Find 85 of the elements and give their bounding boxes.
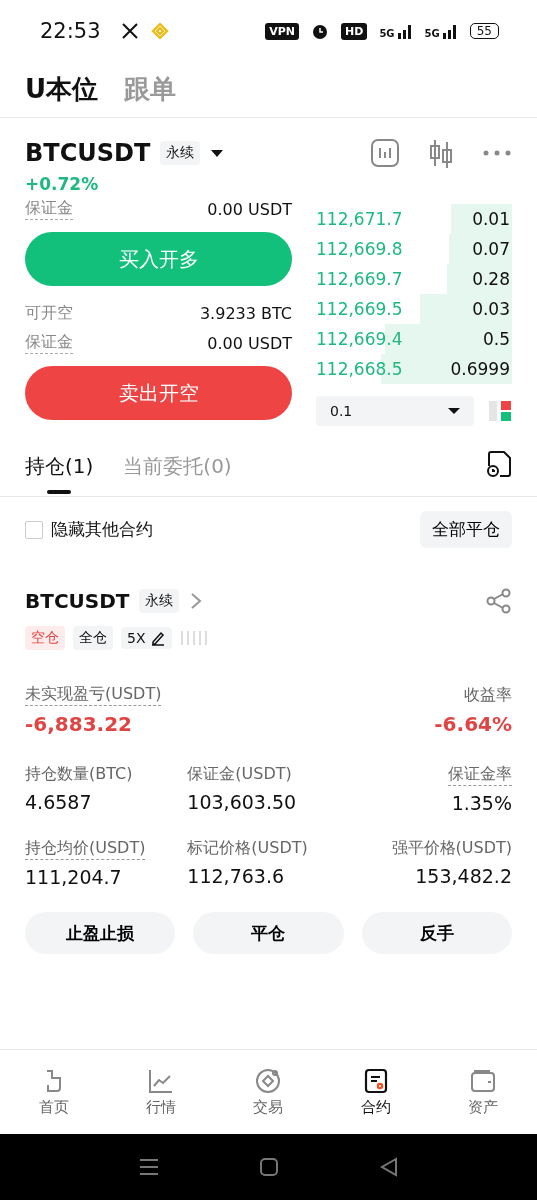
signal-icon — [441, 23, 458, 39]
nav-tab[interactable]: 交易 — [233, 1067, 304, 1117]
file-clock-icon — [486, 450, 512, 478]
contract-tag: 永续 — [160, 141, 201, 165]
share-icon — [486, 588, 512, 614]
stat-value: 103,603.50 — [187, 791, 297, 813]
stat-label: 持仓数量(BTC) — [25, 764, 133, 785]
bid-price: 112,668.5 — [316, 359, 403, 379]
alarm-icon — [311, 22, 330, 40]
x-logo-icon — [120, 22, 139, 40]
stat-value: 111,204.7 — [25, 866, 122, 888]
chevron-right-icon — [189, 591, 204, 611]
bar-chart-icon — [370, 138, 400, 168]
pnl-value: -6,883.22 — [25, 712, 132, 736]
document-icon — [362, 1067, 389, 1094]
bid-price: 112,671.7 — [316, 209, 403, 229]
hd-badge: HD — [341, 22, 368, 40]
field-label: 可开空 — [25, 302, 73, 324]
side-badge: 空仓 — [25, 626, 65, 650]
stat-label: 保证金率 — [448, 764, 512, 786]
risk-meter-icon — [179, 631, 208, 645]
precision-select[interactable]: 0.1 — [316, 396, 474, 426]
position-action-button[interactable]: 反手 — [361, 912, 512, 954]
contract-tag: 永续 — [139, 589, 180, 613]
leverage-button[interactable]: 5X — [121, 627, 172, 649]
position-tab[interactable]: 持仓(1) — [25, 452, 94, 494]
stat-value: 153,482.2 — [415, 865, 512, 887]
menu-icon — [138, 1157, 159, 1177]
network-type: 5G — [424, 28, 440, 39]
bid-amount: 0.28 — [472, 269, 511, 289]
position-action-button[interactable]: 平仓 — [193, 912, 344, 954]
stat-label: 持仓均价(USDT) — [25, 838, 146, 860]
stat-label: 强平价格(USDT) — [391, 838, 512, 859]
bid-price: 112,669.5 — [316, 299, 403, 319]
bid-amount: 0.5 — [482, 329, 511, 349]
roe-value: -6.64% — [434, 711, 512, 736]
depth-bar — [451, 204, 512, 234]
roe-label: 收益率 — [464, 684, 512, 706]
stat-value: 4.6587 — [25, 791, 92, 813]
margin-mode-badge: 全仓 — [73, 626, 113, 650]
caret-icon — [448, 407, 460, 415]
checkbox-label: 隐藏其他合约 — [51, 518, 153, 541]
stat-value: 112,763.6 — [187, 865, 285, 887]
field-value: 3.9233 BTC — [199, 303, 292, 323]
bid-amount: 0.03 — [472, 299, 511, 319]
pnl-label: 未实现盈亏(USDT) — [25, 684, 162, 706]
nav-tab[interactable]: 行情 — [126, 1067, 197, 1117]
edit-icon — [149, 630, 166, 646]
field-value: 0.00 USDT — [207, 199, 292, 219]
battery-level: 55 — [469, 23, 499, 39]
bid-amount: 0.01 — [472, 209, 511, 229]
close-all-button[interactable]: 全部平仓 — [420, 511, 512, 548]
bid-price: 112,669.7 — [316, 269, 403, 289]
field-label: 保证金 — [25, 332, 73, 354]
target-icon — [255, 1067, 282, 1094]
diamond-logo-icon — [150, 22, 169, 40]
stat-label: 标记价格(USDT) — [187, 838, 308, 859]
signal-icon — [396, 23, 413, 39]
bid-amount: 0.07 — [472, 239, 511, 259]
checkbox[interactable] — [25, 520, 43, 539]
header-tab[interactable]: U本位 — [25, 72, 99, 107]
clock-time: 22:53 — [40, 19, 101, 43]
field-value: 0.00 USDT — [207, 333, 292, 353]
wallet-icon — [470, 1067, 497, 1094]
field-label: 保证金 — [25, 198, 73, 220]
stat-label: 保证金(USDT) — [187, 764, 292, 785]
nav-tab[interactable]: 资产 — [448, 1067, 519, 1117]
symbol-name[interactable]: BTCUSDT — [25, 139, 151, 167]
back-icon — [378, 1157, 399, 1177]
network-type: 5G — [379, 28, 395, 39]
caret-icon[interactable] — [210, 148, 225, 158]
chart-icon — [148, 1067, 175, 1094]
sell-button[interactable]: 卖出开空 — [25, 366, 292, 420]
nav-tab[interactable]: 首页 — [18, 1067, 89, 1117]
position-symbol[interactable]: BTCUSDT — [25, 589, 130, 613]
home-button-icon — [258, 1157, 279, 1177]
bid-amount: 0.6999 — [450, 359, 511, 379]
bid-price: 112,669.8 — [316, 239, 403, 259]
vpn-badge: VPN — [265, 22, 300, 40]
nav-tab[interactable]: 合约 — [340, 1067, 411, 1117]
position-action-button[interactable]: 止盈止损 — [25, 912, 176, 954]
price-change: +0.72% — [24, 173, 100, 194]
bid-price: 112,669.4 — [316, 329, 403, 349]
book-layout-icon[interactable] — [488, 399, 512, 423]
stat-value: 1.35% — [451, 792, 512, 814]
